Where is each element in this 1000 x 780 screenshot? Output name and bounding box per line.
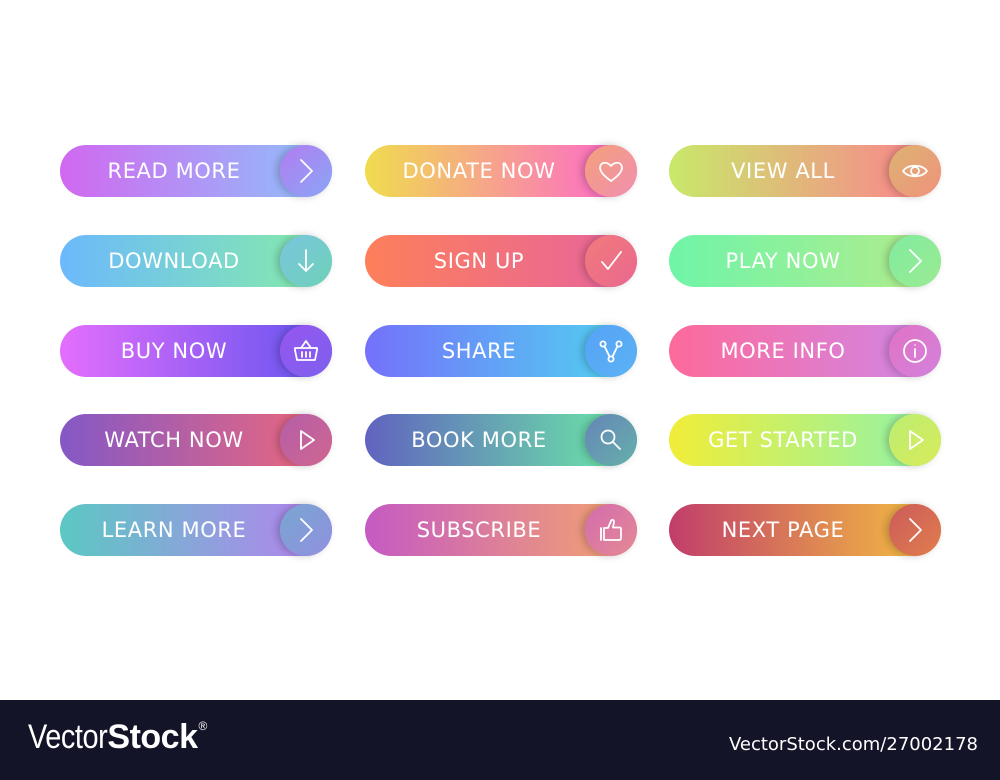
button-label: BUY NOW [120,339,228,363]
get-started-button[interactable]: GET STARTED [669,414,941,466]
arrow-down-icon[interactable] [280,235,332,287]
share-icon[interactable] [585,325,637,377]
button-label: SIGN UP [433,249,525,273]
button-label: READ MORE [107,159,241,183]
logo-text-light: Vector [28,718,108,756]
button-label: DOWNLOAD [108,249,240,273]
more-info-button[interactable]: MORE INFO [669,325,941,377]
subscribe-button[interactable]: SUBSCRIBE [365,504,637,556]
button-label: VIEW ALL [731,159,835,183]
thumbs-up-icon[interactable] [585,504,637,556]
button-label: MORE INFO [720,339,846,363]
play-icon[interactable] [280,414,332,466]
basket-icon[interactable] [280,325,332,377]
info-icon[interactable] [889,325,941,377]
view-all-button[interactable]: VIEW ALL [669,145,941,197]
chevron-right-icon[interactable] [889,235,941,287]
read-more-button[interactable]: READ MORE [60,145,332,197]
checkmark-icon[interactable] [585,235,637,287]
button-label: SUBSCRIBE [416,518,542,542]
watch-now-button[interactable]: WATCH NOW [60,414,332,466]
button-label: WATCH NOW [104,428,244,452]
book-more-button[interactable]: BOOK MORE [365,414,637,466]
search-icon[interactable] [585,414,637,466]
play-icon[interactable] [889,414,941,466]
logo-text-bold: Stock [107,718,198,756]
donate-now-button[interactable]: DONATE NOW [365,145,637,197]
play-now-button[interactable]: PLAY NOW [669,235,941,287]
chevron-right-icon[interactable] [280,504,332,556]
learn-more-button[interactable]: LEARN MORE [60,504,332,556]
footer-bar: VectorStock® VectorStock.com/27002178 [0,700,1000,780]
buy-now-button[interactable]: BUY NOW [60,325,332,377]
button-label: GET STARTED [708,428,858,452]
button-label: PLAY NOW [725,249,841,273]
eye-icon[interactable] [889,145,941,197]
button-grid: READ MORE DONATE NOW VIEW ALL DOWNLOAD SIGN … [60,145,942,557]
chevron-right-icon[interactable] [280,145,332,197]
button-label: NEXT PAGE [721,518,845,542]
heart-icon[interactable] [585,145,637,197]
button-label: DONATE NOW [402,159,556,183]
image-url[interactable]: VectorStock.com/27002178 [729,734,978,755]
download-button[interactable]: DOWNLOAD [60,235,332,287]
next-page-button[interactable]: NEXT PAGE [669,504,941,556]
sign-up-button[interactable]: SIGN UP [365,235,637,287]
button-label: BOOK MORE [411,428,547,452]
button-label: LEARN MORE [101,518,247,542]
chevron-right-icon[interactable] [889,504,941,556]
button-label: SHARE [441,339,517,363]
registered-mark: ® [198,719,207,733]
share-button[interactable]: SHARE [365,325,637,377]
vectorstock-logo[interactable]: VectorStock® [28,718,207,757]
